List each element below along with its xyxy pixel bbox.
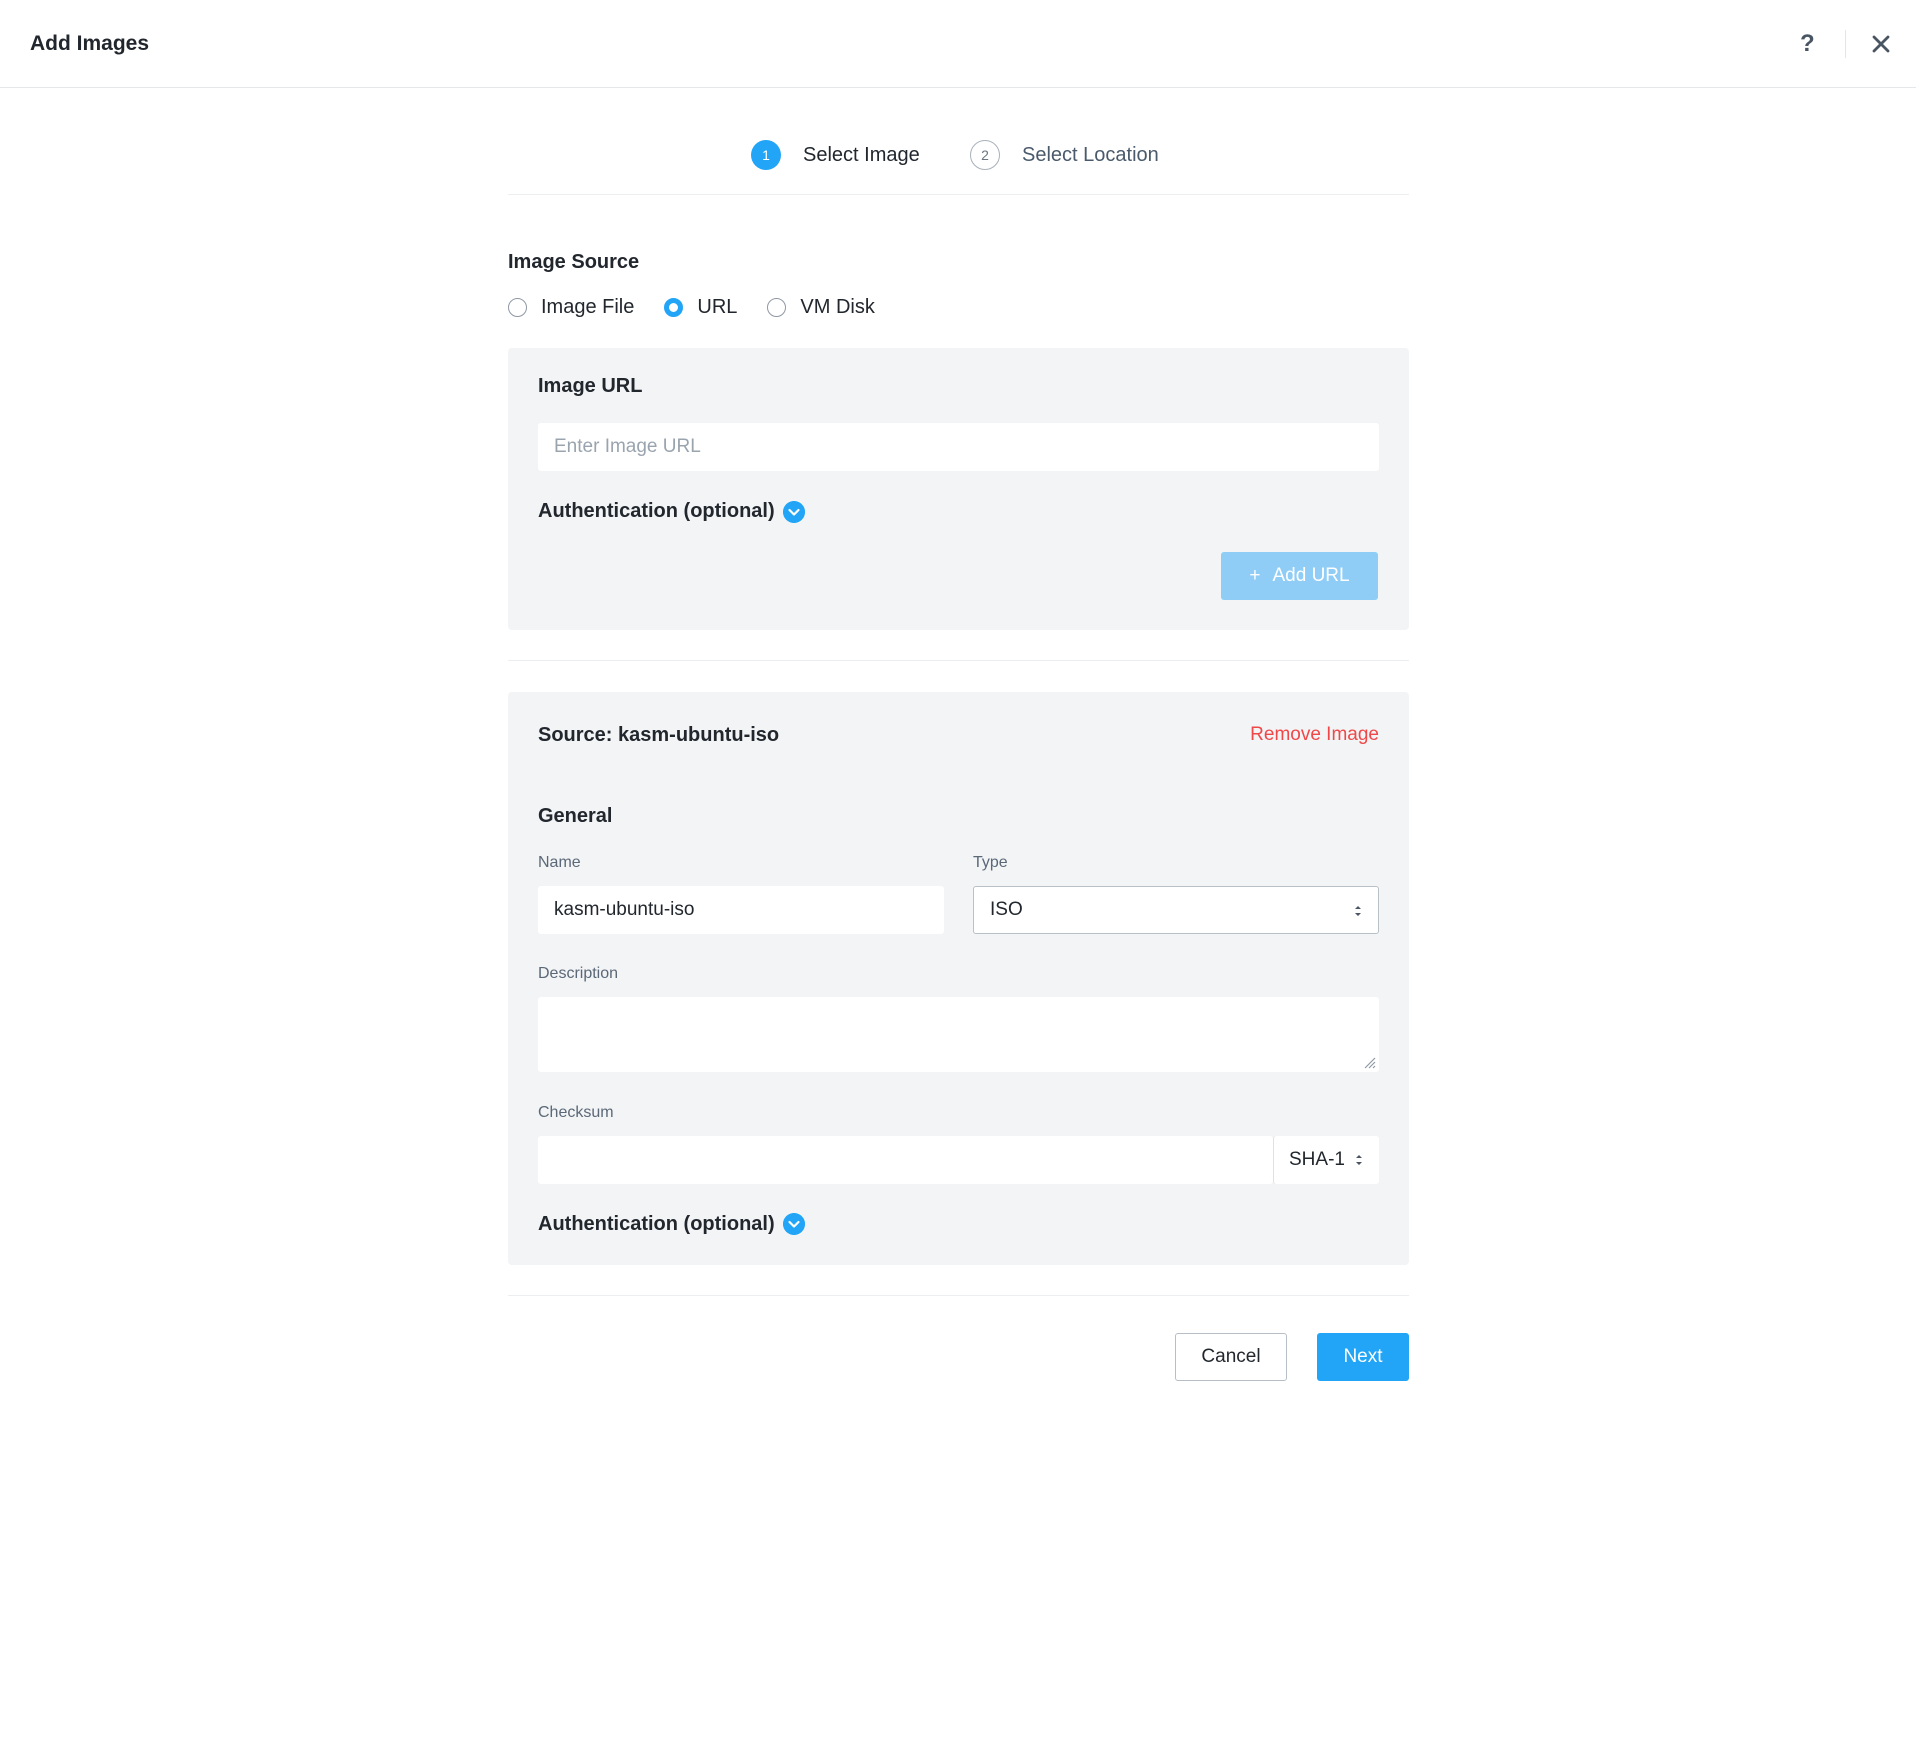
image-source-label: Image Source xyxy=(508,251,640,273)
radio-button[interactable] xyxy=(508,298,527,317)
next-button[interactable]: Next xyxy=(1317,1333,1409,1381)
image-url-input[interactable]: Enter Image URL xyxy=(538,423,1379,471)
general-section-label: General xyxy=(538,805,613,827)
checksum-input[interactable] xyxy=(538,1136,1273,1184)
checksum-algo-value: SHA-1 xyxy=(1289,1149,1345,1170)
type-label: Type xyxy=(973,854,1008,871)
name-value: kasm-ubuntu-iso xyxy=(554,899,695,920)
header-divider xyxy=(1845,30,1846,58)
description-textarea[interactable] xyxy=(538,997,1379,1072)
wizard-steps: 1 Select Image 2 Select Location xyxy=(508,138,1409,195)
dialog-header: Add Images ? xyxy=(0,0,1916,88)
name-input[interactable]: kasm-ubuntu-iso xyxy=(538,886,944,934)
image-details-panel: Source: kasm-ubuntu-iso Remove Image Gen… xyxy=(508,692,1409,1265)
type-value: ISO xyxy=(990,899,1023,920)
step-select-location[interactable]: 2 Select Location xyxy=(970,138,1159,172)
resize-handle-icon[interactable] xyxy=(1362,1055,1376,1069)
plus-icon: + xyxy=(1249,565,1261,586)
description-label: Description xyxy=(538,965,619,982)
add-url-button[interactable]: + Add URL xyxy=(1221,552,1378,600)
image-source-title: Source: kasm-ubuntu-iso xyxy=(538,724,780,746)
authentication-toggle-label[interactable]: Authentication (optional) xyxy=(538,1213,775,1236)
chevron-down-icon[interactable] xyxy=(783,1213,805,1235)
radio-button[interactable] xyxy=(664,298,684,317)
step-number: 1 xyxy=(751,140,781,170)
checksum-label: Checksum xyxy=(538,1104,614,1121)
step-label: Select Image xyxy=(803,143,920,166)
select-caret-icon xyxy=(1356,1155,1362,1165)
name-label: Name xyxy=(538,854,581,871)
radio-vm-disk[interactable]: VM Disk xyxy=(767,296,875,319)
step-select-image[interactable]: 1 Select Image xyxy=(751,138,920,172)
add-url-label: Add URL xyxy=(1272,565,1350,586)
authentication-toggle-label[interactable]: Authentication (optional) xyxy=(538,500,775,523)
radio-label: VM Disk xyxy=(800,296,875,318)
footer-divider xyxy=(508,1295,1409,1296)
image-source-radio-group: Image File URL VM Disk xyxy=(508,296,905,319)
radio-button[interactable] xyxy=(767,298,787,317)
radio-url[interactable]: URL xyxy=(664,296,737,319)
remove-image-link[interactable]: Remove Image xyxy=(1250,724,1379,746)
chevron-down-icon[interactable] xyxy=(783,501,805,523)
section-divider xyxy=(508,660,1409,661)
image-url-placeholder: Enter Image URL xyxy=(554,436,701,457)
select-caret-icon xyxy=(1355,906,1361,916)
radio-label: URL xyxy=(697,296,738,318)
image-url-panel: Image URL Enter Image URL Authentication… xyxy=(508,348,1409,630)
cancel-button[interactable]: Cancel xyxy=(1175,1333,1287,1381)
step-label: Select Location xyxy=(1022,143,1159,166)
image-url-label: Image URL xyxy=(538,375,643,397)
step-number: 2 xyxy=(970,140,1000,170)
checksum-algo-select[interactable]: SHA-1 xyxy=(1273,1136,1379,1184)
type-select[interactable]: ISO xyxy=(973,886,1379,934)
radio-label: Image File xyxy=(541,296,635,318)
close-icon[interactable] xyxy=(1867,30,1895,58)
radio-image-file[interactable]: Image File xyxy=(508,296,634,319)
dialog-title: Add Images xyxy=(30,32,150,55)
help-icon[interactable]: ? xyxy=(1800,30,1815,58)
